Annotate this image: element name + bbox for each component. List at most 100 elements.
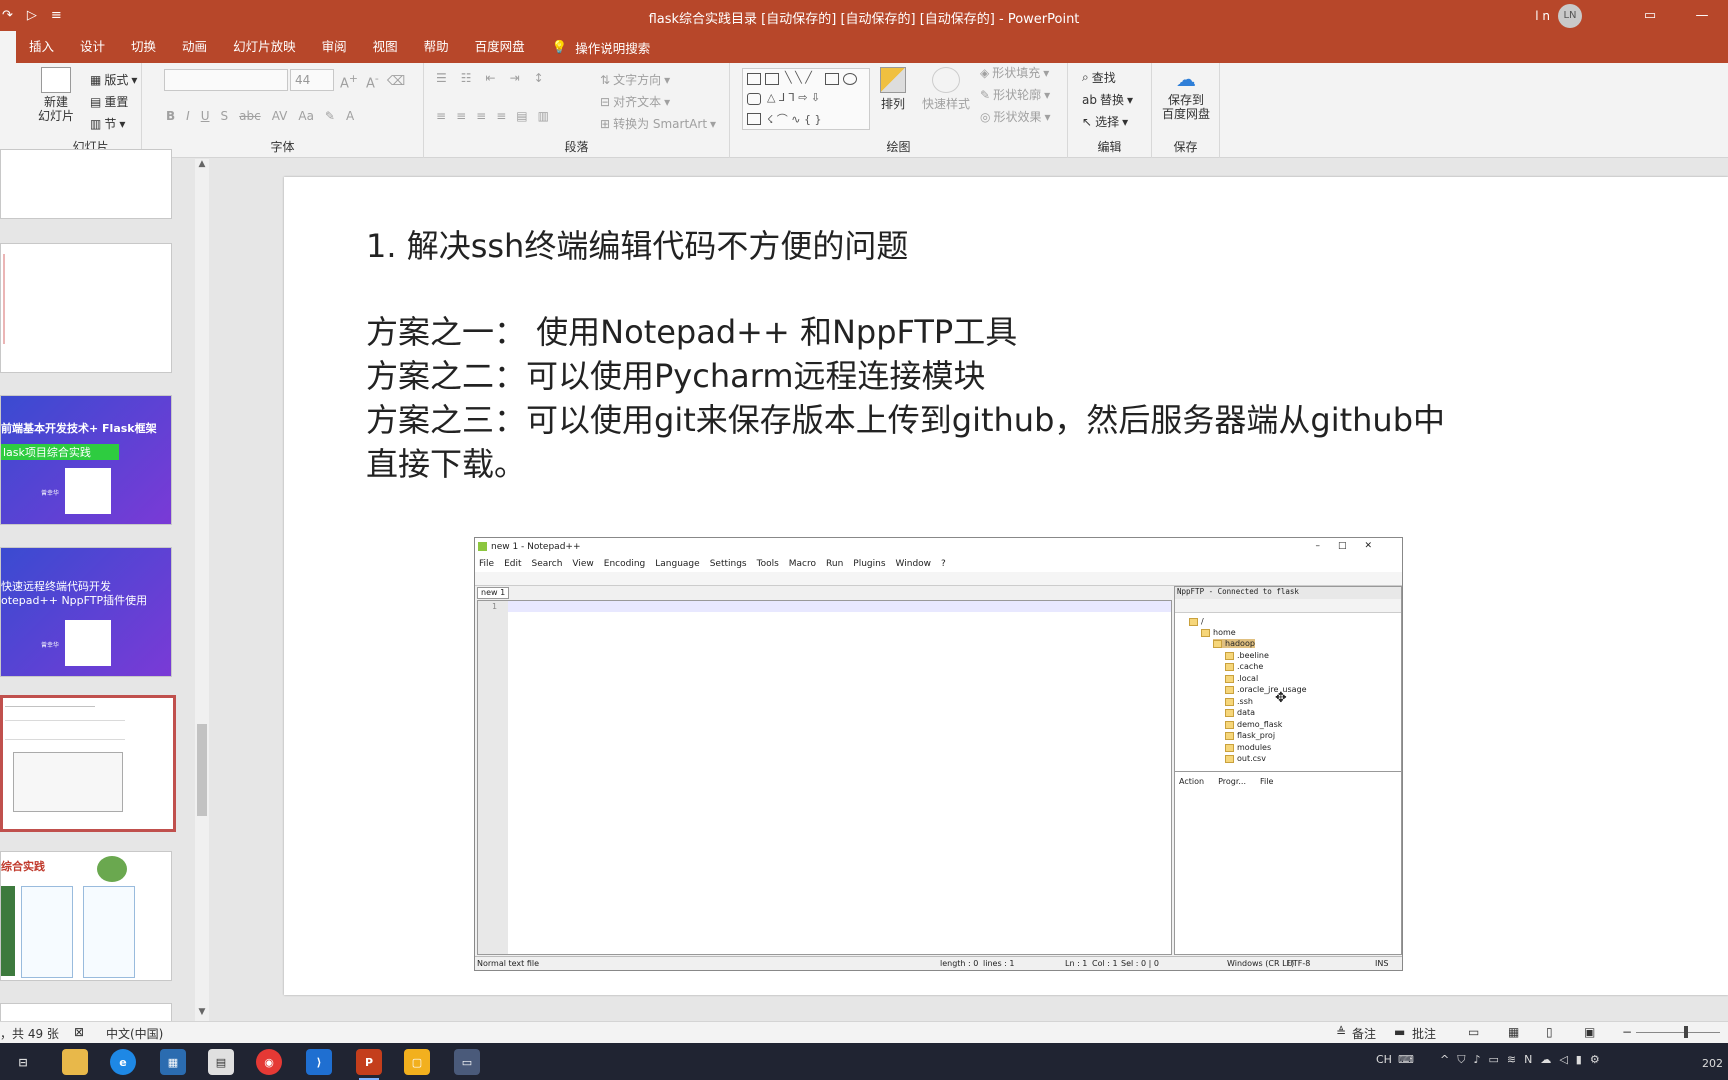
notepad-screenshot-image[interactable]: new 1 - Notepad++ –□✕ File Edit Search V… <box>474 537 1403 971</box>
scroll-thumb[interactable] <box>197 724 207 816</box>
align-text-button[interactable]: ⊟ 对齐文本 ▾ <box>600 93 670 110</box>
slide-heading[interactable]: 1. 解决ssh终端编辑代码不方便的问题 <box>366 221 908 267</box>
shrink-font-icon[interactable]: A- <box>366 72 379 91</box>
thumbnail-scrollbar[interactable]: ▲ ▼ <box>195 159 209 1021</box>
tab-animations[interactable]: 动画 <box>169 31 220 63</box>
save-baidu-button[interactable]: ☁ 保存到 百度网盘 <box>1162 67 1210 121</box>
numbering-icon[interactable]: ☷ <box>461 71 472 85</box>
bullets-icon[interactable]: ☰ <box>436 71 447 85</box>
align-center-icon[interactable]: ≡ <box>456 109 466 123</box>
task-view-icon[interactable]: ⊟ <box>10 1049 36 1075</box>
increase-indent-icon[interactable]: ⇥ <box>510 71 520 85</box>
shapes-gallery[interactable]: ╲ ╲ ╱ △ ⅃ ⅂ ⇨ ⇩ ☇ ⌒ ∿ { } <box>742 68 870 130</box>
scroll-down-icon[interactable]: ▼ <box>195 1007 209 1021</box>
tab-transitions[interactable]: 切换 <box>118 31 169 63</box>
bold-icon[interactable]: B <box>166 109 175 123</box>
shape-fill-button[interactable]: ◈ 形状填充 ▾ <box>980 64 1049 81</box>
normal-view-icon[interactable]: ▭ <box>1468 1025 1479 1039</box>
tab-slideshow[interactable]: 幻灯片放映 <box>220 31 309 63</box>
spellcheck-icon[interactable]: ⊠ <box>74 1025 84 1039</box>
strikethrough-icon[interactable]: abc <box>239 109 261 123</box>
avatar[interactable]: LN <box>1558 3 1582 28</box>
slide-thumbnail-2[interactable] <box>0 243 172 373</box>
text-direction-button[interactable]: ⇅ 文字方向 ▾ <box>600 71 670 88</box>
slide-option-2[interactable]: 方案之二：可以使用Pycharm远程连接模块 <box>366 351 986 397</box>
tab-help[interactable]: 帮助 <box>411 31 462 63</box>
minimize-icon[interactable]: — <box>1676 0 1728 31</box>
replace-button[interactable]: ab 替换 ▾ <box>1082 91 1133 108</box>
customize-qat-icon[interactable]: ≡ <box>51 8 62 23</box>
notes-icon[interactable]: ≜ <box>1336 1025 1346 1039</box>
tab-home[interactable] <box>0 31 16 63</box>
remote-desktop-icon[interactable]: ▭ <box>454 1049 480 1075</box>
slide-thumbnail-6[interactable]: 综合实践 <box>0 851 172 981</box>
slide-thumbnail-4[interactable]: 快速远程终端代码开发 otepad++ NppFTP插件使用 曾幸华 <box>0 547 172 677</box>
slideshow-icon[interactable]: ▣ <box>1584 1025 1595 1039</box>
keyboard-icon[interactable]: ⌨ <box>1398 1053 1414 1066</box>
layout-button[interactable]: ▦ 版式 ▾ <box>90 71 137 88</box>
slide-thumbnail-1[interactable] <box>0 149 172 219</box>
slide-option-1[interactable]: 方案之一： 使用Notepad++ 和NppFTP工具 <box>366 307 1017 353</box>
italic-icon[interactable]: I <box>186 109 190 123</box>
ribbon-display-icon[interactable]: ▭ <box>1624 0 1676 31</box>
tab-review[interactable]: 审阅 <box>309 31 360 63</box>
shadow-icon[interactable]: S <box>221 109 229 123</box>
highlight-icon[interactable]: ✎ <box>325 109 335 123</box>
slide-thumbnail-3[interactable]: 前端基本开发技术+ Flask框架 lask项目综合实践 曾幸华 <box>0 395 172 525</box>
slide-thumbnail-5-selected[interactable] <box>0 695 176 832</box>
comments-icon[interactable]: ▬ <box>1394 1025 1405 1039</box>
reading-view-icon[interactable]: ▯ <box>1546 1025 1553 1039</box>
shape-outline-button[interactable]: ✎ 形状轮廓 ▾ <box>980 86 1050 103</box>
arrange-button[interactable]: 排列 <box>880 67 906 112</box>
distribute-icon[interactable]: ▤ <box>516 109 527 123</box>
char-spacing-icon[interactable]: AV <box>272 109 288 123</box>
line-spacing-icon[interactable]: ↕ <box>534 71 544 85</box>
comments-button[interactable]: 批注 <box>1412 1025 1436 1042</box>
columns-icon[interactable]: ▥ <box>538 109 549 123</box>
reset-button[interactable]: ▤ 重置 <box>90 93 128 110</box>
align-right-icon[interactable]: ≡ <box>476 109 486 123</box>
language-status[interactable]: 中文(中国) <box>106 1025 163 1042</box>
shape-effects-button[interactable]: ◎ 形状效果 ▾ <box>980 108 1051 125</box>
select-button[interactable]: ↖ 选择 ▾ <box>1082 113 1128 130</box>
decrease-indent-icon[interactable]: ⇤ <box>486 71 496 85</box>
new-slide-button[interactable]: 新建 幻灯片 <box>38 67 74 123</box>
tab-view[interactable]: 视图 <box>360 31 411 63</box>
present-icon[interactable]: ▷ <box>27 8 37 23</box>
edge-icon[interactable]: e <box>110 1049 136 1075</box>
quick-styles-button[interactable]: 快速样式 <box>922 67 970 112</box>
align-left-icon[interactable]: ≡ <box>436 109 446 123</box>
scroll-up-icon[interactable]: ▲ <box>195 159 209 173</box>
underline-icon[interactable]: U <box>201 109 210 123</box>
section-button[interactable]: ▥ 节 ▾ <box>90 115 125 132</box>
chrome-icon[interactable]: ◉ <box>256 1049 282 1075</box>
smartart-button[interactable]: ⊞ 转换为 SmartArt ▾ <box>600 115 716 132</box>
clear-format-icon[interactable]: ⌫ <box>387 74 405 89</box>
font-name-box[interactable] <box>164 69 288 91</box>
notes-button[interactable]: 备注 <box>1352 1025 1376 1042</box>
font-color-icon[interactable]: A <box>346 109 354 123</box>
vscode-icon[interactable]: ⟩ <box>306 1049 332 1075</box>
calculator-icon[interactable]: ▦ <box>160 1049 186 1075</box>
zoom-out-icon[interactable]: − <box>1622 1025 1632 1039</box>
clock[interactable]: 202 <box>1702 1057 1723 1070</box>
redo-icon[interactable]: ↷ <box>2 8 13 23</box>
tab-design[interactable]: 设计 <box>67 31 118 63</box>
document-app-icon[interactable]: ▤ <box>208 1049 234 1075</box>
app-icon[interactable]: ▢ <box>404 1049 430 1075</box>
slide-option-3-cont[interactable]: 直接下载。 <box>366 439 526 485</box>
grow-font-icon[interactable]: A+ <box>340 72 358 91</box>
justify-icon[interactable]: ≡ <box>496 109 506 123</box>
tell-me-search[interactable]: 💡 操作说明搜索 <box>538 38 651 57</box>
change-case-icon[interactable]: Aa <box>298 109 314 123</box>
find-button[interactable]: ⌕ 查找 <box>1082 69 1116 86</box>
tab-baidu[interactable]: 百度网盘 <box>462 31 538 63</box>
file-explorer-icon[interactable] <box>62 1049 88 1075</box>
zoom-slider[interactable] <box>1636 1032 1720 1033</box>
font-size-box[interactable]: 44 <box>290 69 334 91</box>
tab-insert[interactable]: 插入 <box>16 31 67 63</box>
slide-sorter-icon[interactable]: ▦ <box>1508 1025 1519 1039</box>
system-tray-icons[interactable]: ^⛉♪▭≋N☁◁▮⚙ <box>1440 1053 1608 1067</box>
slide-option-3[interactable]: 方案之三：可以使用git来保存版本上传到github，然后服务器端从github… <box>366 395 1445 441</box>
ime-indicator[interactable]: CH <box>1376 1053 1392 1066</box>
